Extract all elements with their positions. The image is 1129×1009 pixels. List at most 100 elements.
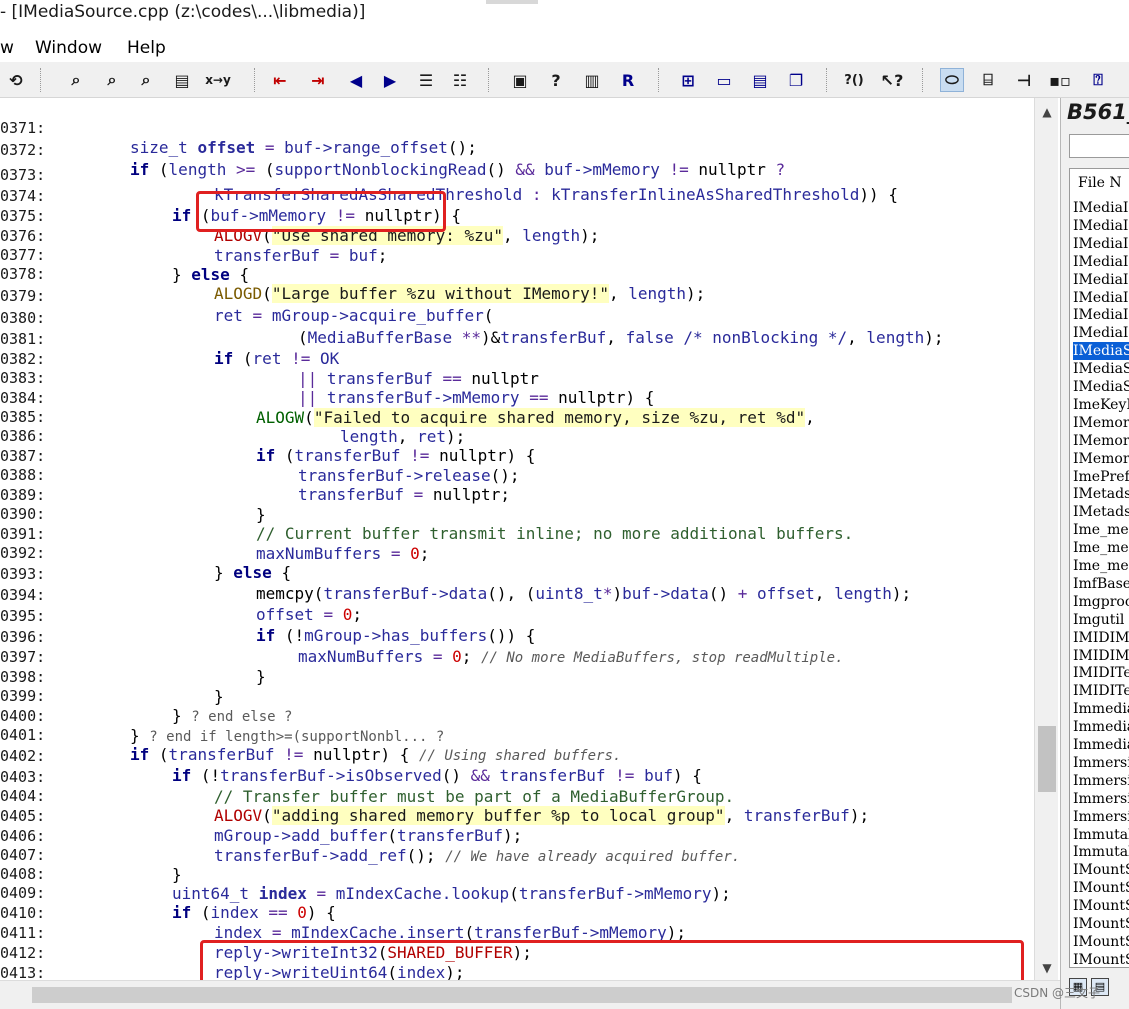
file-list-item[interactable]: IMediaI bbox=[1073, 306, 1128, 324]
file-list-item[interactable]: IMediaS bbox=[1073, 360, 1129, 378]
code-line: 0400: } ? end if length>=(supportNonbl..… bbox=[0, 707, 445, 745]
file-list-item[interactable]: IMIDIMe bbox=[1073, 647, 1129, 665]
cascade-icon[interactable]: ❐ bbox=[784, 68, 808, 92]
file-list-item[interactable]: IMIDITe bbox=[1073, 664, 1129, 682]
code-line: 0405: mGroup->add_buffer(transferBuf); bbox=[0, 807, 523, 845]
info-icon[interactable]: ⍰ bbox=[1086, 68, 1110, 92]
book-icon[interactable]: ▥ bbox=[580, 68, 604, 92]
tile-icon[interactable]: ⊞ bbox=[676, 68, 700, 92]
jump-forward-icon[interactable]: ▶ bbox=[378, 68, 402, 92]
horizontal-scrollbar[interactable] bbox=[0, 980, 1060, 1009]
jump-back-icon[interactable]: ◀ bbox=[344, 68, 368, 92]
file-list-item[interactable]: Imgutil bbox=[1073, 611, 1124, 629]
bookmark-next-icon[interactable]: ⇥ bbox=[306, 68, 330, 92]
file-list-item[interactable]: Immersi bbox=[1073, 790, 1129, 808]
file-list-item[interactable]: Immersi bbox=[1073, 808, 1129, 826]
file-list-item[interactable]: Immedia bbox=[1073, 718, 1129, 736]
file-filter-input[interactable] bbox=[1069, 134, 1129, 158]
file-list-item[interactable]: IMountS bbox=[1073, 915, 1129, 933]
code-line: 0404: ALOGV("adding shared memory buffer… bbox=[0, 787, 870, 825]
file-list-item[interactable]: ImePref bbox=[1073, 468, 1129, 486]
brace-help-icon[interactable]: ?() bbox=[842, 68, 866, 92]
file-list[interactable]: File N IMediaI IMediaI IMediaI IMediaI IMedi… bbox=[1069, 168, 1129, 968]
window-icon[interactable]: ▭ bbox=[712, 68, 736, 92]
code-line: 0372: if (length >= (supportNonblockingR… bbox=[0, 141, 786, 179]
code-line: 0402: if (!transferBuf->isObserved() && … bbox=[0, 747, 702, 785]
file-list-item[interactable]: Immersi bbox=[1073, 772, 1129, 790]
split-icon[interactable]: ▤ bbox=[748, 68, 772, 92]
file-list-item[interactable]: Ime_met bbox=[1073, 557, 1129, 575]
file-list-item[interactable]: IMediaI bbox=[1073, 199, 1128, 217]
file-list-item[interactable]: Ime_met bbox=[1073, 539, 1129, 557]
file-list-item[interactable]: IMediaS bbox=[1073, 378, 1129, 396]
code-line: 0413: reply->writeStrongBinder(IInterfac… bbox=[0, 943, 45, 980]
find-next-icon[interactable]: ⌕ bbox=[134, 68, 158, 92]
horizontal-scrollbar-thumb[interactable] bbox=[32, 987, 1012, 1003]
file-list-item[interactable]: IMountS bbox=[1073, 933, 1129, 951]
scroll-down-icon[interactable]: ▼ bbox=[1035, 958, 1059, 978]
panel-title: B561_ bbox=[1067, 100, 1129, 124]
file-list-item[interactable]: Imgproc bbox=[1073, 593, 1129, 611]
relation-icon[interactable]: ⊣ bbox=[1012, 68, 1036, 92]
symbol-r-icon[interactable]: R bbox=[616, 68, 640, 92]
file-list-item[interactable]: ImfBase bbox=[1073, 575, 1129, 593]
vertical-scrollbar[interactable]: ▲ ▼ bbox=[1034, 98, 1058, 980]
file-list-item[interactable]: Immersi bbox=[1073, 754, 1129, 772]
outline-icon[interactable]: ☷ bbox=[448, 68, 472, 92]
file-list-item[interactable]: IMIDIMe bbox=[1073, 629, 1129, 647]
file-list-item[interactable]: IMediaI bbox=[1073, 289, 1128, 307]
file-list-item[interactable]: IMountS bbox=[1073, 861, 1129, 879]
code-editor[interactable]: 0371: size_t offset = buf->range_offset(… bbox=[0, 98, 1034, 980]
file-list-item[interactable]: Immedia bbox=[1073, 700, 1129, 718]
file-list-item[interactable]: Immutab bbox=[1073, 826, 1129, 844]
undo-icon[interactable]: ⟲ bbox=[4, 68, 28, 92]
file-list-item[interactable]: IMetads bbox=[1073, 503, 1129, 521]
toggle-view-icon[interactable]: ⬭ bbox=[940, 68, 964, 92]
line-number: 0413: bbox=[0, 964, 46, 980]
file-list-item[interactable]: IMountS bbox=[1073, 879, 1129, 897]
toolbar-separator bbox=[922, 68, 924, 92]
code-line: 0408: uint64_t index = mIndexCache.looku… bbox=[0, 865, 731, 903]
file-list-item[interactable]: IMemory bbox=[1073, 432, 1129, 450]
list-icon[interactable]: ☰ bbox=[414, 68, 438, 92]
file-list-item[interactable]: IMediaI bbox=[1073, 271, 1128, 289]
code-line: 0386: if (transferBuf != nullptr) { bbox=[0, 427, 536, 465]
file-list-item[interactable]: IMediaI bbox=[1073, 235, 1128, 253]
menu-view[interactable]: w bbox=[0, 38, 14, 58]
file-list-item[interactable]: IMountS bbox=[1073, 897, 1129, 915]
file-list-item[interactable]: IMediaS bbox=[1073, 342, 1129, 361]
code-line: 0409: if (index == 0) { bbox=[0, 884, 336, 922]
symbol-window-icon[interactable]: ▪▫ bbox=[1048, 68, 1072, 92]
file-list-item[interactable]: IMemory bbox=[1073, 450, 1129, 468]
code-line: 0388: transferBuf = nullptr; bbox=[0, 466, 510, 504]
menu-help[interactable]: Help bbox=[127, 38, 166, 58]
file-list-item[interactable]: IMountS bbox=[1073, 951, 1129, 967]
code-line: 0406: transferBuf->add_ref(); // We have… bbox=[0, 827, 741, 865]
scrollbar-thumb[interactable] bbox=[1038, 726, 1056, 792]
window-title: - [IMediaSource.cpp (z:\codes\...\libmed… bbox=[0, 2, 366, 22]
context-help-icon[interactable]: ? bbox=[544, 68, 568, 92]
file-list-item[interactable]: Immutab bbox=[1073, 843, 1129, 861]
file-list-item[interactable]: Immedia bbox=[1073, 736, 1129, 754]
file-list-item[interactable]: IMetads bbox=[1073, 485, 1129, 503]
replace-icon[interactable]: x→y bbox=[205, 68, 231, 92]
file-list-item[interactable]: IMediaI bbox=[1073, 217, 1128, 235]
scroll-up-icon[interactable]: ▲ bbox=[1035, 102, 1059, 122]
find-prev-icon[interactable]: ⌕ bbox=[100, 68, 124, 92]
find-in-files-icon[interactable]: ▤ bbox=[170, 68, 194, 92]
file-list-item[interactable]: IMediaI bbox=[1073, 324, 1128, 342]
file-list-item[interactable]: IMIDITe bbox=[1073, 682, 1129, 700]
bookmark-prev-icon[interactable]: ⇤ bbox=[268, 68, 292, 92]
code-line: 0385: length, ret); bbox=[0, 408, 466, 446]
menu-window[interactable]: Window bbox=[35, 38, 102, 58]
find-icon[interactable]: ⌕ bbox=[64, 68, 88, 92]
file-list-item[interactable]: ImeKeyM bbox=[1073, 396, 1129, 414]
pointer-help-icon[interactable]: ↖? bbox=[880, 68, 904, 92]
project-icon[interactable]: ⌸ bbox=[976, 68, 1000, 92]
file-list-item[interactable]: Ime_met bbox=[1073, 521, 1129, 539]
file-list-item[interactable]: IMediaI bbox=[1073, 253, 1128, 271]
lock-icon[interactable]: ▣ bbox=[508, 68, 532, 92]
code-line: 0389: } bbox=[0, 486, 266, 524]
code-line: 0403: // Transfer buffer must be part of… bbox=[0, 768, 735, 806]
file-list-item[interactable]: IMemory bbox=[1073, 414, 1129, 432]
